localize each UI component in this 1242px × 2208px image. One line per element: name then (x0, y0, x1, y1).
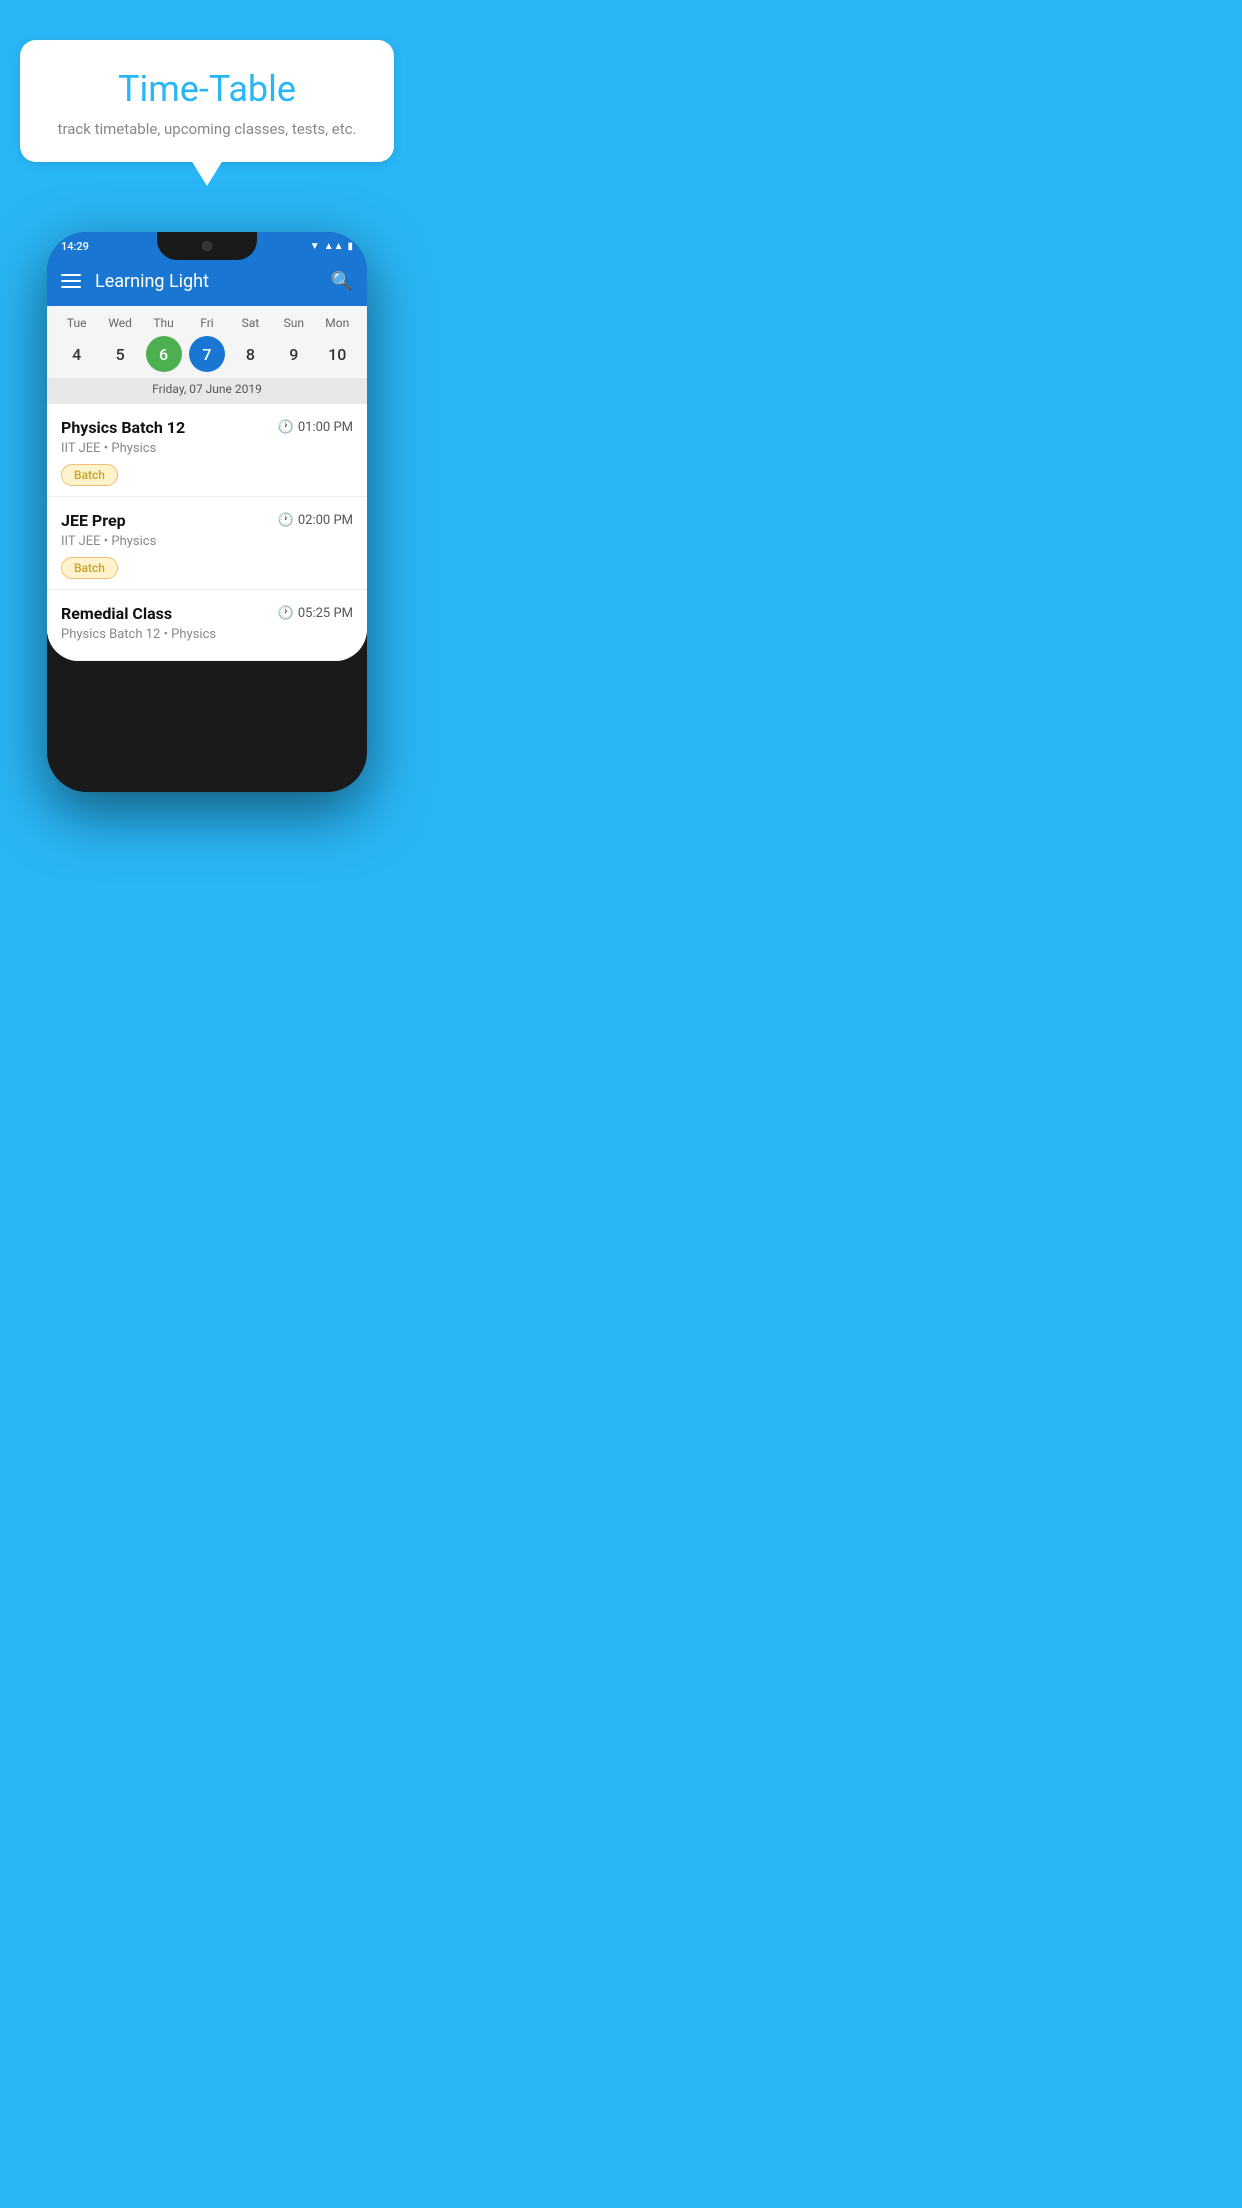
date-7-selected[interactable]: 7 (189, 336, 225, 372)
hamburger-menu[interactable] (61, 274, 81, 288)
schedule-name-1: Physics Batch 12 (61, 418, 185, 437)
clock-icon-1: 🕐 (278, 420, 294, 435)
battery-icon: ▮ (347, 241, 353, 252)
date-10[interactable]: 10 (319, 336, 355, 372)
date-5[interactable]: 5 (102, 336, 138, 372)
calendar-strip: Tue Wed Thu Fri Sat Sun Mon 4 5 6 7 8 9 … (47, 306, 367, 404)
bubble-subtitle: track timetable, upcoming classes, tests… (44, 120, 370, 138)
clock-icon-2: 🕐 (278, 513, 294, 528)
schedule-time-1: 🕐 01:00 PM (278, 420, 353, 435)
phone-screen: 14:29 ▼ ▲▲ ▮ Learning Light 🔍 (47, 232, 367, 661)
date-4[interactable]: 4 (59, 336, 95, 372)
day-headers: Tue Wed Thu Fri Sat Sun Mon (47, 316, 367, 330)
app-bar: Learning Light 🔍 (47, 256, 367, 306)
day-wed: Wed (102, 316, 138, 330)
schedule-item-2[interactable]: JEE Prep 🕐 02:00 PM IIT JEE • Physics Ba… (47, 497, 367, 590)
date-9[interactable]: 9 (276, 336, 312, 372)
schedule-meta-2: IIT JEE • Physics (61, 534, 353, 549)
phone-mockup: 14:29 ▼ ▲▲ ▮ Learning Light 🔍 (47, 232, 367, 792)
schedule-header-2: JEE Prep 🕐 02:00 PM (61, 511, 353, 530)
clock-icon-3: 🕐 (278, 606, 294, 621)
day-sun: Sun (276, 316, 312, 330)
time-value-3: 05:25 PM (298, 606, 353, 621)
phone-notch (157, 232, 257, 260)
time-value-1: 01:00 PM (298, 420, 353, 435)
schedule-header-3: Remedial Class 🕐 05:25 PM (61, 604, 353, 623)
batch-badge-1: Batch (61, 464, 118, 486)
schedule-item-1[interactable]: Physics Batch 12 🕐 01:00 PM IIT JEE • Ph… (47, 404, 367, 497)
day-sat: Sat (232, 316, 268, 330)
time-value-2: 02:00 PM (298, 513, 353, 528)
schedule-name-3: Remedial Class (61, 604, 172, 623)
schedule-item-3[interactable]: Remedial Class 🕐 05:25 PM Physics Batch … (47, 590, 367, 661)
schedule-meta-3: Physics Batch 12 • Physics (61, 627, 353, 642)
bubble-title: Time-Table (44, 68, 370, 110)
batch-badge-2: Batch (61, 557, 118, 579)
day-thu: Thu (146, 316, 182, 330)
date-6-today[interactable]: 6 (146, 336, 182, 372)
day-tue: Tue (59, 316, 95, 330)
front-camera (202, 241, 212, 251)
schedule-time-3: 🕐 05:25 PM (278, 606, 353, 621)
app-title: Learning Light (95, 271, 317, 292)
search-icon[interactable]: 🔍 (331, 271, 353, 292)
selected-date: Friday, 07 June 2019 (47, 378, 367, 404)
schedule-header-1: Physics Batch 12 🕐 01:00 PM (61, 418, 353, 437)
day-mon: Mon (319, 316, 355, 330)
status-time: 14:29 (61, 240, 89, 253)
phone-frame: 14:29 ▼ ▲▲ ▮ Learning Light 🔍 (47, 232, 367, 792)
schedule-name-2: JEE Prep (61, 511, 126, 530)
speech-bubble: Time-Table track timetable, upcoming cla… (20, 40, 394, 162)
signal-icon: ▲▲ (324, 241, 344, 252)
status-icons: ▼ ▲▲ ▮ (310, 241, 353, 252)
schedule-meta-1: IIT JEE • Physics (61, 441, 353, 456)
schedule-time-2: 🕐 02:00 PM (278, 513, 353, 528)
schedule-list: Physics Batch 12 🕐 01:00 PM IIT JEE • Ph… (47, 404, 367, 661)
wifi-icon: ▼ (310, 241, 320, 252)
day-numbers: 4 5 6 7 8 9 10 (47, 336, 367, 372)
day-fri: Fri (189, 316, 225, 330)
date-8[interactable]: 8 (232, 336, 268, 372)
